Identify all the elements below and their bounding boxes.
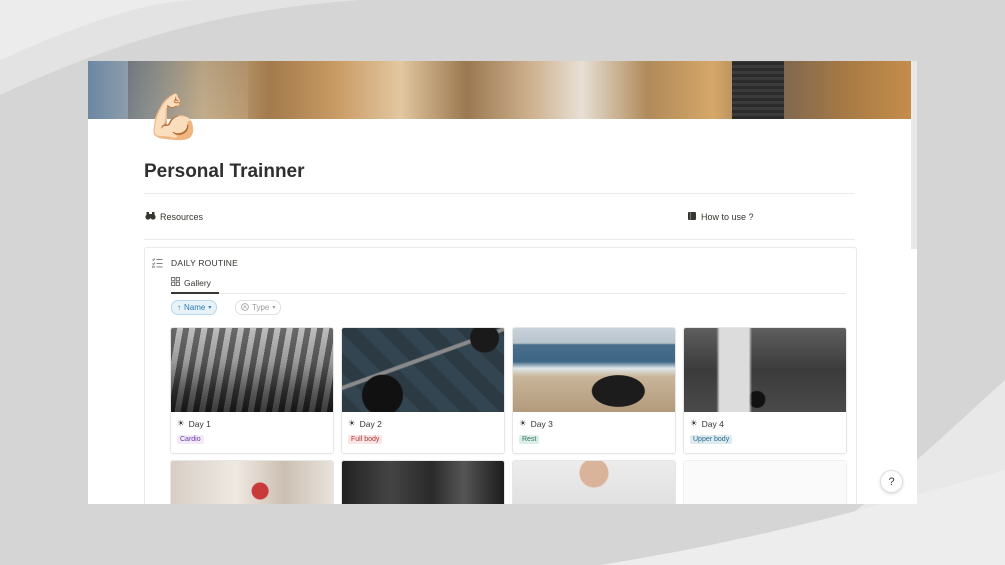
card-cover-barbell: [342, 328, 504, 412]
page-emoji-icon[interactable]: 💪🏻: [146, 93, 201, 143]
how-to-use-link[interactable]: How to use ?: [687, 211, 754, 223]
card-cover-empty: [684, 461, 846, 504]
filter-chip-label: Type: [252, 303, 270, 312]
gallery-card[interactable]: ☀ Day 4 Upper body: [683, 327, 847, 454]
tab-gallery[interactable]: Gallery: [171, 277, 211, 288]
card-title: ☀ Day 3: [519, 418, 553, 429]
tag-badge: Cardio: [177, 435, 204, 444]
chevron-down-icon: ▾: [272, 305, 276, 311]
gallery-card[interactable]: ☀ Day 2 Full body: [341, 327, 505, 454]
gallery-card[interactable]: ☀ Day 1 Cardio: [170, 327, 334, 454]
divider: [144, 193, 855, 194]
sun-icon: ☀: [177, 418, 185, 428]
filter-chip[interactable]: Type ▾: [235, 300, 282, 315]
card-cover-dark-gym: [342, 461, 504, 504]
daily-routine-database: DAILY ROUTINE Gallery ↑ Name ▾ Type ▾ ☀: [144, 247, 857, 504]
tag-badge: Rest: [519, 435, 540, 444]
resources-label: Resources: [160, 211, 204, 222]
card-cover-beach-rest: [513, 328, 675, 412]
gallery-card[interactable]: [512, 460, 676, 504]
database-title[interactable]: DAILY ROUTINE: [171, 258, 238, 268]
divider: [144, 239, 855, 240]
gallery-card[interactable]: ☀ Day 3 Rest: [512, 327, 676, 454]
active-tab-indicator: [171, 292, 219, 294]
card-title: ☀ Day 4: [690, 418, 724, 429]
resources-link[interactable]: Resources: [145, 211, 203, 222]
card-cover-glasses: [513, 461, 675, 504]
sun-icon: ☀: [519, 418, 527, 428]
sun-icon: ☀: [690, 418, 698, 428]
card-title-text: Day 1: [188, 418, 211, 429]
help-button[interactable]: ?: [880, 470, 903, 493]
tag-badge: Full body: [348, 435, 383, 444]
card-cover-workout-class: [171, 461, 333, 504]
gallery-card[interactable]: [170, 460, 334, 504]
sort-chip-label: Name: [184, 303, 206, 312]
arrow-up-icon: ↑: [177, 303, 181, 312]
gallery-card-empty[interactable]: [683, 460, 847, 504]
book-icon: [687, 211, 697, 223]
cover-image[interactable]: [88, 61, 911, 119]
sun-icon: ☀: [348, 418, 356, 428]
card-title-text: Day 4: [701, 418, 724, 429]
tag-badge: Upper body: [690, 435, 733, 444]
sort-chip[interactable]: ↑ Name ▾: [171, 300, 218, 315]
page-title[interactable]: Personal Trainner: [144, 161, 305, 183]
type-icon: [241, 302, 249, 313]
card-title-text: Day 2: [359, 418, 382, 429]
card-cover-gym-dumbbells: [171, 328, 333, 412]
card-title: ☀ Day 1: [177, 418, 211, 429]
tab-gallery-label: Gallery: [184, 277, 211, 288]
gallery-card[interactable]: [341, 460, 505, 504]
checklist-icon: [152, 258, 163, 271]
binoculars-icon: [145, 211, 156, 222]
scrollbar[interactable]: [911, 61, 917, 249]
notion-page-window: 💪🏻 Personal Trainner Resources How to us…: [88, 61, 917, 504]
chevron-down-icon: ▾: [208, 305, 212, 311]
how-to-use-label: How to use ?: [701, 212, 754, 222]
card-title-text: Day 3: [530, 418, 553, 429]
gallery-icon: [171, 277, 180, 288]
card-title: ☀ Day 2: [348, 418, 382, 429]
divider: [171, 293, 846, 294]
card-cover-gym-room: [684, 328, 846, 412]
